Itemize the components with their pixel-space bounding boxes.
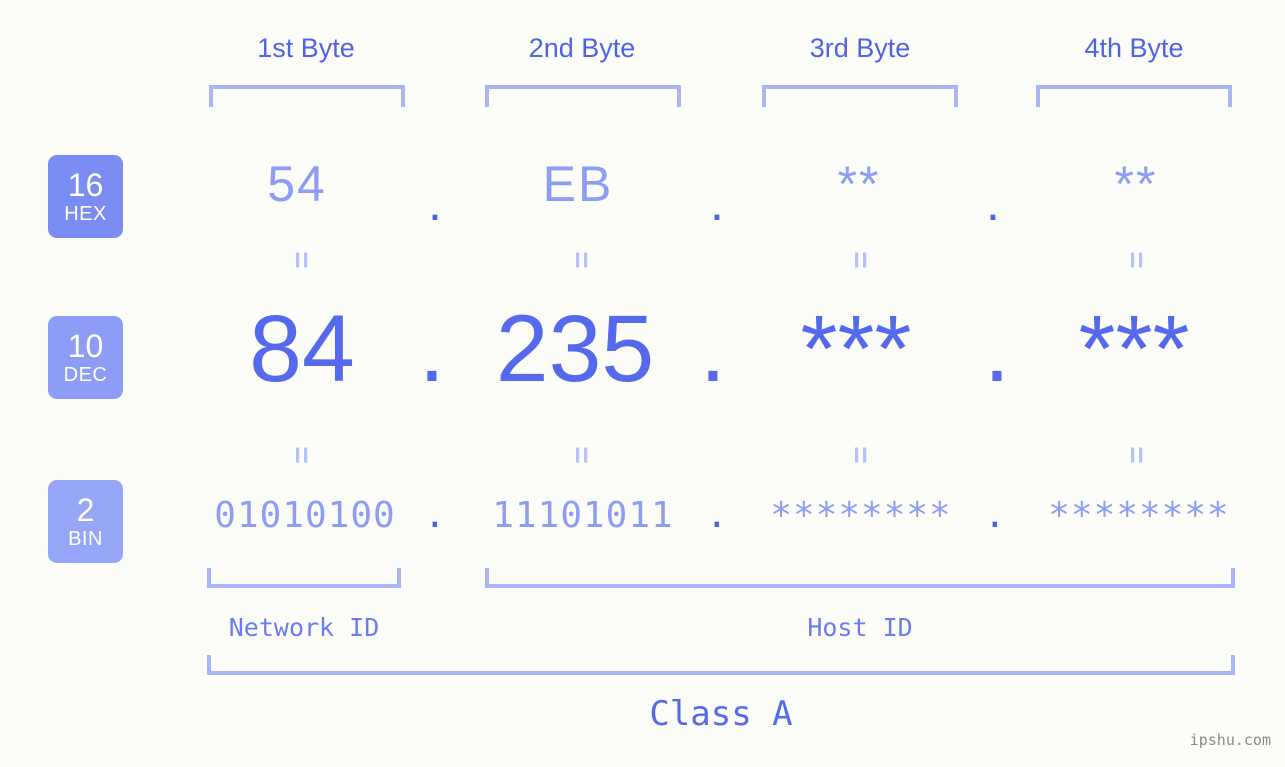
hex-dot-2: .: [710, 175, 724, 231]
base-badge-bin-number: 2: [76, 492, 95, 528]
dec-dot-3: .: [983, 296, 1011, 402]
base-badge-bin-name: BIN: [68, 528, 103, 550]
byte-header-3: 3rd Byte: [809, 33, 911, 63]
hex-dot-3: .: [986, 175, 1000, 231]
network-id-bracket: [207, 568, 401, 588]
watermark: ipshu.com: [1189, 731, 1271, 749]
class-label: Class A: [649, 694, 793, 734]
network-id-label: Network ID: [228, 613, 380, 642]
ip-address-breakdown-diagram: 1st Byte 2nd Byte 3rd Byte 4th Byte 16 H…: [0, 0, 1285, 767]
byte-bracket-4: [1036, 85, 1232, 107]
hex-dot-1: .: [428, 175, 442, 231]
bin-byte-4: ********: [1048, 495, 1230, 536]
base-badge-bin: 2 BIN: [48, 480, 123, 563]
bin-byte-2: 11101011: [492, 495, 674, 536]
bin-dot-3: .: [984, 495, 1006, 536]
bin-byte-1: 01010100: [214, 495, 396, 536]
byte-header-1: 1st Byte: [257, 33, 355, 63]
base-badge-dec-number: 10: [67, 328, 104, 364]
host-id-bracket: [485, 568, 1235, 588]
class-bracket: [207, 655, 1235, 675]
byte-header-2: 2nd Byte: [528, 33, 636, 63]
host-id-label: Host ID: [807, 613, 913, 642]
byte-bracket-3: [762, 85, 958, 107]
byte-bracket-1: [209, 85, 405, 107]
byte-bracket-2: [485, 85, 681, 107]
dec-dot-2: .: [699, 296, 727, 402]
base-badge-hex-name: HEX: [64, 203, 107, 225]
base-badge-dec: 10 DEC: [48, 316, 123, 399]
bin-dot-1: .: [424, 495, 446, 536]
bin-byte-3: ********: [770, 495, 952, 536]
bin-dot-2: .: [706, 495, 728, 536]
byte-header-4: 4th Byte: [1084, 33, 1184, 63]
base-badge-hex: 16 HEX: [48, 155, 123, 238]
base-badge-hex-number: 16: [67, 167, 104, 203]
dec-dot-1: .: [418, 296, 446, 402]
base-badge-dec-name: DEC: [63, 364, 108, 386]
